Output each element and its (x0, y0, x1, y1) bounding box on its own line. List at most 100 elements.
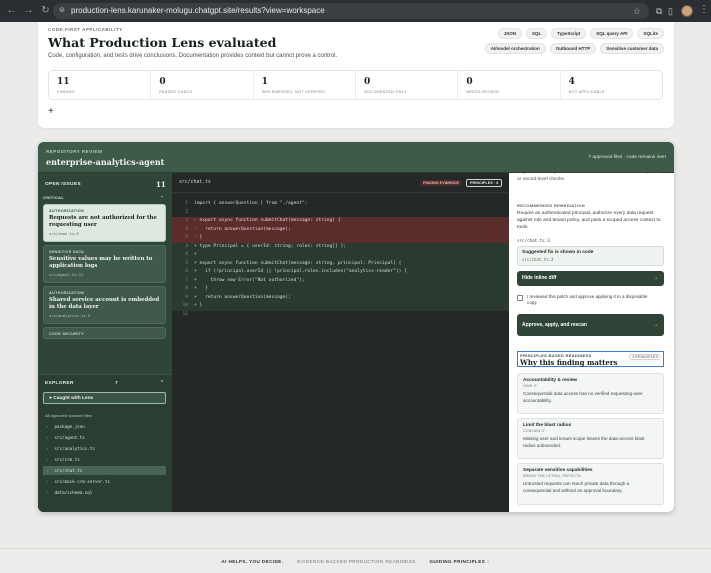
chip: Sensitive customer data (600, 43, 664, 54)
chevron-right-icon: › (46, 457, 49, 462)
code-viewer: src/chat.ts FINDING EVIDENCE PRINCIPLES … (172, 173, 509, 512)
stat-documented[interactable]: 0 DOCUMENTED ONLY (356, 71, 459, 99)
explorer-file[interactable]: – data/schema.sql (43, 488, 166, 497)
explorer-file[interactable]: › src/analytics.ts (43, 444, 166, 453)
chevron-up-icon: ⌃ (160, 195, 164, 200)
file-name: data/schema.sql (54, 490, 93, 495)
approve-apply-rescan-button[interactable]: Approve, apply, and rescan → (517, 314, 664, 336)
issue-title: Sensitive values may be written to appli… (49, 256, 153, 269)
principle-subtitle: CONTAIN IT (523, 429, 546, 433)
code-line: 11 (182, 311, 188, 317)
stat-number: 0 (363, 77, 371, 87)
issue-card[interactable]: SENSITIVE DATA Sensitive values may be w… (43, 245, 166, 283)
explorer-file-selected[interactable]: › src/chat.ts (43, 466, 166, 475)
add-button[interactable]: + (48, 106, 54, 117)
principle-description: Missing user and tenant scope leaves the… (523, 436, 645, 448)
chip: TypeScript (551, 28, 587, 39)
footer-separator: · (421, 558, 424, 564)
stat-findings[interactable]: 11 FINDING (49, 71, 152, 99)
issue-file: src/chat.ts:3 (49, 230, 79, 236)
guiding-principles-link[interactable]: GUIDING PRINCIPLES ↓ (430, 559, 490, 564)
issue-category: AUTHORIZATION (49, 209, 85, 213)
code-line-added: 5 + export async function submitChat(mess… (172, 259, 509, 268)
severity-label: CRITICAL (43, 195, 65, 200)
reload-icon[interactable]: ↻ (40, 6, 51, 16)
issue-card[interactable]: AUTHORIZATION Requests are not authorize… (43, 204, 166, 242)
issue-file: src/agent.ts:11 (49, 271, 84, 277)
repo-title: enterprise-analytics-agent (46, 157, 165, 167)
suggested-fix-title: Suggested fix is shown in code (522, 250, 594, 255)
suggested-fix-card: Suggested fix is shown in code src/chat.… (517, 246, 664, 266)
stat-label: PASSED CHECK (159, 90, 193, 94)
issue-card[interactable]: AUTHORIZATION Shared service account is … (43, 286, 166, 324)
stat-number: 0 (159, 77, 166, 87)
code-file-name: src/chat.ts (179, 180, 211, 185)
stat-not-applicable[interactable]: 4 NOT APPLICABLE (561, 71, 662, 99)
code-header: src/chat.ts FINDING EVIDENCE PRINCIPLES … (172, 173, 509, 193)
issue-card[interactable]: CODE SECURITY (43, 327, 166, 339)
stats-row: 11 FINDING 0 PASSED CHECK 1 IMPLEMENTED, NO… (48, 70, 663, 100)
stat-label: FINDING (57, 90, 75, 94)
file-name: src/agent.ts (54, 435, 85, 440)
bookmark-star-icon[interactable]: ☆ (633, 3, 641, 19)
extensions-icon[interactable]: ⧉ (656, 5, 662, 17)
file-name: package.json (54, 424, 85, 429)
principle-subtitle: OWN IT (523, 384, 538, 388)
remediation-file-ref: src/chat.ts:3 (517, 238, 550, 243)
remediation-eyebrow: RECOMMENDED REMEDIATION (517, 203, 585, 208)
code-line-added: 6 + if (!principal.userId || !principal.r… (172, 268, 509, 277)
chip: SQL (526, 28, 548, 39)
hide-inline-diff-button[interactable]: Hide inline diff → (517, 271, 664, 286)
arrow-right-icon: → (653, 275, 658, 281)
footer-subtitle: EVIDENCE-BACKED PRODUCTION READINESS (297, 558, 416, 564)
address-bar[interactable]: ⊜ production-lens.karunaker-molugu.chatg… (53, 3, 649, 19)
stat-needs-review[interactable]: 0 NEEDS REVIEW (458, 71, 561, 99)
chip: AI/model orchestration (484, 43, 546, 54)
file-name: src/mock-crm-server.ts (54, 479, 110, 484)
principles-tag[interactable]: PRINCIPLES · 3 (466, 179, 503, 187)
chevron-right-icon: › (46, 468, 49, 473)
code-line-added: 4 + (172, 251, 509, 260)
site-info-icon[interactable]: ⊜ (59, 3, 65, 19)
dash-icon: – (46, 490, 49, 495)
code-line-added: 8 + } (172, 285, 509, 294)
more-menu-icon[interactable]: ⋮ (699, 4, 709, 16)
stat-number: 0 (466, 77, 473, 87)
issue-title: Shared service account is embedded in th… (49, 297, 160, 310)
code-line: 2 (185, 209, 188, 215)
principle-title: Limit the blast radius (523, 423, 572, 428)
finding-detail-panel: Any caller can request customer or reven… (509, 170, 674, 512)
caught-with-lens-button[interactable]: ● Caught with Lens (43, 392, 166, 404)
explorer-file[interactable]: › src/agent.ts (43, 433, 166, 442)
evaluation-eyebrow: CODE-FIRST APPLICABILITY (48, 27, 123, 32)
chevron-right-icon: › (46, 446, 49, 451)
approve-checkbox-label: I reviewed this patch and approve applyi… (527, 294, 648, 306)
code-line: 1 import { answerQuestion } from "./agent… (185, 201, 308, 206)
stat-passed[interactable]: 0 PASSED CHECK (151, 71, 254, 99)
explorer-count: 7 (115, 381, 118, 386)
explorer-file[interactable]: › src/crm.ts (43, 455, 166, 464)
profile-avatar[interactable] (681, 5, 693, 17)
back-icon[interactable]: ← (6, 6, 17, 16)
chip: SQL query API (590, 28, 634, 39)
stat-label: NOT APPLICABLE (568, 90, 605, 94)
approved-files-label: All approved scanned files (45, 413, 92, 418)
explorer-file[interactable]: › package.json (43, 422, 166, 431)
forward-icon[interactable]: → (23, 6, 34, 16)
stat-implemented[interactable]: 1 IMPLEMENTED, NOT VERIFIED (254, 71, 356, 99)
browser-toolbar: ← → ↻ ⊜ production-lens.karunaker-molugu… (0, 0, 711, 22)
explorer-file[interactable]: › src/mock-crm-server.ts (43, 477, 166, 486)
url-text: production-lens.karunaker-molugu.chatgpt… (71, 6, 325, 15)
severity-group-critical[interactable]: CRITICAL ⌃ (43, 195, 166, 200)
collapse-icon[interactable]: ⌃ (160, 381, 164, 386)
suggested-fix-file: src/chat.ts:3 (522, 257, 554, 262)
stat-number: 11 (57, 77, 70, 87)
principle-subtitle: BREAK THE LETHAL TRIFECTA (523, 474, 581, 478)
sidepanel-icon[interactable]: ▯ (668, 5, 673, 17)
approve-checkbox[interactable] (517, 295, 523, 301)
chevron-right-icon: › (46, 424, 49, 429)
evaluation-subtitle: Code, configuration, and tests drive con… (48, 53, 338, 59)
issue-category: CODE SECURITY (49, 332, 85, 336)
file-name: src/analytics.ts (54, 446, 95, 451)
button-label: Hide inline diff (522, 275, 557, 281)
